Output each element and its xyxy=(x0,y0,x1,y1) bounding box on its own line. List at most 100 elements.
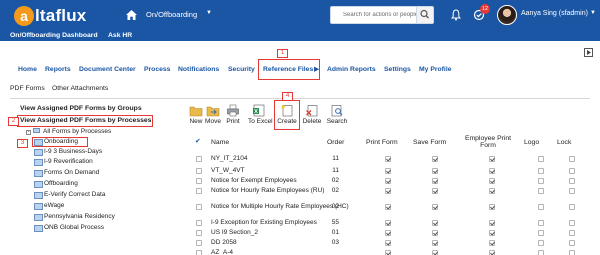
nav-notifications[interactable]: Notifications xyxy=(178,65,219,75)
row-select-checkbox[interactable] xyxy=(196,220,202,226)
altaflux-logo[interactable]: a ltaflux xyxy=(14,6,86,26)
row-select-checkbox[interactable] xyxy=(196,188,202,194)
form-name-cell[interactable]: Notice for Exempt Employees xyxy=(211,177,297,185)
tree-root[interactable]: - All Forms by Processes xyxy=(26,128,111,135)
lock-checkbox[interactable] xyxy=(569,178,575,184)
logo-checkbox[interactable] xyxy=(538,168,544,174)
nav-document-center[interactable]: Document Center xyxy=(79,65,136,75)
nav-home[interactable]: Home xyxy=(18,65,37,75)
lock-checkbox[interactable] xyxy=(569,156,575,162)
row-select-checkbox[interactable] xyxy=(196,178,202,184)
user-menu-chevron-icon[interactable]: ▼ xyxy=(590,10,596,16)
to-excel-button[interactable]: To Excel xyxy=(248,104,273,125)
module-selector[interactable]: On/Offboarding xyxy=(146,10,197,19)
bell-icon[interactable] xyxy=(451,9,461,21)
form-name-cell[interactable]: VT_W_4VT xyxy=(211,167,245,175)
table-row[interactable]: VT_W_4VT 11 xyxy=(195,167,590,177)
table-row[interactable]: NY_IT_2104 11 xyxy=(195,155,590,165)
view-by-groups-link[interactable]: View Assigned PDF Forms by Groups xyxy=(20,105,142,112)
home-icon[interactable] xyxy=(125,9,138,21)
tree-item[interactable]: I-9 3 Business-Days xyxy=(33,148,102,156)
collapse-panel-icon[interactable] xyxy=(584,48,593,57)
tree-item[interactable]: ONB Global Process xyxy=(34,224,104,232)
link-ask-hr[interactable]: Ask HR xyxy=(108,31,132,41)
tree-item[interactable]: eWage xyxy=(33,202,64,210)
column-header-name[interactable]: Name xyxy=(211,139,229,146)
logo-checkbox[interactable] xyxy=(538,156,544,162)
print-checkbox[interactable] xyxy=(385,168,391,174)
save-checkbox[interactable] xyxy=(432,178,438,184)
emp-checkbox[interactable] xyxy=(489,204,495,210)
row-select-checkbox[interactable] xyxy=(196,168,202,174)
table-row[interactable]: US I9 Section_2 01 xyxy=(195,229,590,239)
save-checkbox[interactable] xyxy=(432,156,438,162)
user-name[interactable]: Aanya Sing (sfadmin) xyxy=(521,10,588,17)
chevron-down-icon[interactable]: ▼ xyxy=(206,10,212,16)
save-checkbox[interactable] xyxy=(432,250,438,255)
emp-checkbox[interactable] xyxy=(489,230,495,236)
emp-checkbox[interactable] xyxy=(489,168,495,174)
row-select-checkbox[interactable] xyxy=(196,204,202,210)
row-select-checkbox[interactable] xyxy=(196,240,202,246)
tree-item[interactable]: Forms On Demand xyxy=(33,169,99,177)
print-checkbox[interactable] xyxy=(385,220,391,226)
link-onoffboarding-dashboard[interactable]: On/Offboarding Dashboard xyxy=(10,31,98,41)
avatar[interactable] xyxy=(497,5,517,25)
table-row[interactable]: Notice for Multiple Hourly Rate Employee… xyxy=(195,203,590,213)
print-checkbox[interactable] xyxy=(385,156,391,162)
table-row[interactable]: Notice for Hourly Rate Employees (RU) 02 xyxy=(195,187,590,197)
emp-checkbox[interactable] xyxy=(489,240,495,246)
form-name-cell[interactable]: NY_IT_2104 xyxy=(211,155,248,163)
delete-button[interactable]: Delete xyxy=(301,104,323,125)
print-checkbox[interactable] xyxy=(385,250,391,255)
save-checkbox[interactable] xyxy=(432,168,438,174)
save-checkbox[interactable] xyxy=(432,204,438,210)
print-checkbox[interactable] xyxy=(385,178,391,184)
logo-checkbox[interactable] xyxy=(538,250,544,255)
table-row[interactable]: I-9 Exception for Existing Employees 55 xyxy=(195,219,590,229)
tab-other-attachments[interactable]: Other Attachments xyxy=(52,85,108,92)
nav-settings[interactable]: Settings xyxy=(384,65,411,75)
table-row[interactable]: Notice for Exempt Employees 02 xyxy=(195,177,590,187)
save-checkbox[interactable] xyxy=(432,188,438,194)
lock-checkbox[interactable] xyxy=(569,220,575,226)
print-checkbox[interactable] xyxy=(385,240,391,246)
logo-checkbox[interactable] xyxy=(538,230,544,236)
column-header-employee-print-form[interactable]: Employee Print Form xyxy=(460,135,516,149)
save-checkbox[interactable] xyxy=(432,230,438,236)
save-checkbox[interactable] xyxy=(432,220,438,226)
form-name-cell[interactable]: AZ_A-4 xyxy=(211,249,233,255)
emp-checkbox[interactable] xyxy=(489,220,495,226)
tree-item[interactable]: Offboarding xyxy=(34,180,78,188)
form-name-cell[interactable]: I-9 Exception for Existing Employees xyxy=(211,219,317,227)
tree-item[interactable]: I-9 Reverification xyxy=(34,158,93,166)
emp-checkbox[interactable] xyxy=(489,188,495,194)
column-header-order[interactable]: Order xyxy=(327,139,344,146)
print-checkbox[interactable] xyxy=(385,188,391,194)
print-checkbox[interactable] xyxy=(385,230,391,236)
table-row[interactable]: AZ_A-4 xyxy=(195,249,590,255)
move-button[interactable]: Move xyxy=(202,104,224,125)
lock-checkbox[interactable] xyxy=(569,168,575,174)
select-all-check-icon[interactable]: ✔ xyxy=(195,138,201,145)
logo-checkbox[interactable] xyxy=(538,178,544,184)
search-button[interactable] xyxy=(416,7,433,23)
tab-pdf-forms[interactable]: PDF Forms xyxy=(10,85,45,92)
table-row[interactable]: DD 2058 03 xyxy=(195,239,590,249)
print-button[interactable]: Print xyxy=(222,104,244,125)
emp-checkbox[interactable] xyxy=(489,250,495,255)
search-input[interactable] xyxy=(331,7,417,23)
nav-process[interactable]: Process xyxy=(144,65,170,75)
row-select-checkbox[interactable] xyxy=(196,250,202,255)
lock-checkbox[interactable] xyxy=(569,204,575,210)
emp-checkbox[interactable] xyxy=(489,178,495,184)
nav-my-profile[interactable]: My Profile xyxy=(419,65,451,75)
nav-reports[interactable]: Reports xyxy=(45,65,71,75)
column-header-lock[interactable]: Lock xyxy=(557,139,571,146)
form-name-cell[interactable]: US I9 Section_2 xyxy=(211,229,258,237)
lock-checkbox[interactable] xyxy=(569,240,575,246)
logo-checkbox[interactable] xyxy=(538,220,544,226)
print-checkbox[interactable] xyxy=(385,204,391,210)
emp-checkbox[interactable] xyxy=(489,156,495,162)
search-forms-button[interactable]: Search xyxy=(326,104,348,125)
